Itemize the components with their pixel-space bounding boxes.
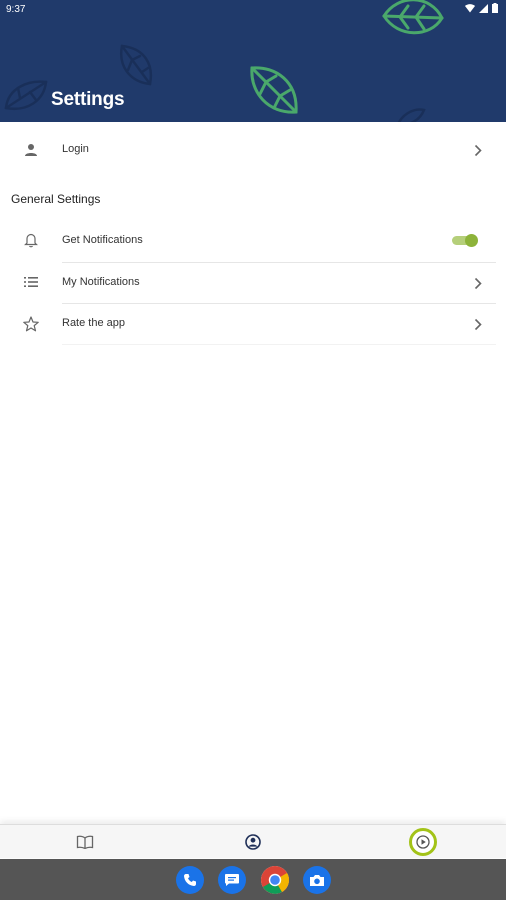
leaf-icon (119, 44, 153, 86)
leaf-icon (4, 80, 48, 111)
divider (62, 344, 496, 345)
signal-icon (479, 3, 488, 13)
login-row[interactable]: Login (0, 130, 506, 170)
chevron-right-icon (472, 143, 484, 157)
phone-app[interactable] (176, 866, 204, 894)
messages-icon (225, 874, 239, 886)
messages-app[interactable] (218, 866, 246, 894)
camera-icon (310, 874, 324, 886)
section-title-general: General Settings (11, 192, 101, 206)
login-label: Login (62, 143, 89, 155)
bell-icon (22, 231, 40, 249)
chrome-icon (261, 866, 289, 894)
nav-play[interactable] (409, 828, 437, 856)
notifications-toggle[interactable] (452, 234, 478, 247)
nav-account[interactable] (242, 831, 264, 853)
chevron-right-icon (472, 317, 484, 331)
my-notifications-row[interactable]: My Notifications (0, 263, 506, 303)
toggle-knob (465, 234, 478, 247)
chrome-app[interactable] (261, 866, 289, 894)
nav-book[interactable] (74, 831, 96, 853)
battery-icon (492, 3, 498, 13)
star-icon (22, 315, 40, 333)
play-circle-icon (416, 835, 430, 849)
page-title: Settings (51, 89, 125, 110)
phone-icon (184, 874, 196, 886)
rate-app-row[interactable]: Rate the app (0, 304, 506, 344)
person-icon (22, 141, 40, 159)
my-notifications-label: My Notifications (62, 276, 140, 288)
leaf-icon (382, 0, 444, 35)
app-header: 9:37 Settings (0, 0, 506, 122)
leaf-icon (397, 108, 426, 122)
rate-app-label: Rate the app (62, 317, 125, 329)
account-circle-icon (245, 834, 261, 850)
leaf-icon (250, 66, 298, 114)
get-notifications-row: Get Notifications (0, 220, 506, 261)
status-icons (465, 3, 498, 13)
status-time: 9:37 (6, 4, 26, 15)
camera-app[interactable] (303, 866, 331, 894)
list-icon (22, 273, 40, 291)
book-icon (76, 835, 94, 849)
system-dock (0, 859, 506, 900)
get-notifications-label: Get Notifications (62, 234, 143, 246)
wifi-icon (465, 3, 475, 12)
chevron-right-icon (472, 276, 484, 290)
